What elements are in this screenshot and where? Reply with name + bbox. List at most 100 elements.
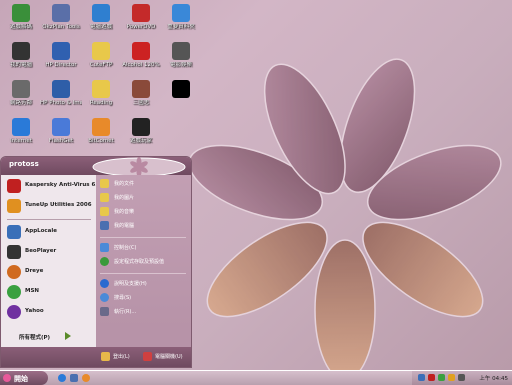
desktop-icon-label: 重要資料夾 bbox=[167, 24, 195, 30]
app-icon bbox=[132, 118, 150, 136]
place-run[interactable]: 執行(R)... bbox=[100, 305, 188, 319]
taskbar: 開始 上午 04:45 bbox=[0, 370, 512, 385]
divider bbox=[7, 219, 91, 220]
desktop-icon-label: 網路芳鄰 bbox=[9, 100, 32, 106]
place-program-access[interactable]: 設定程式存取及預設值 bbox=[100, 255, 188, 269]
place-my-computer[interactable]: 我的電腦 bbox=[100, 219, 188, 233]
applocale-icon bbox=[7, 225, 21, 239]
place-my-music[interactable]: 我的音樂 bbox=[100, 205, 188, 219]
clock[interactable]: 上午 04:45 bbox=[479, 374, 508, 382]
divider bbox=[100, 273, 186, 274]
desktop-icon[interactable]: Alcohol 120% bbox=[120, 42, 162, 69]
ie-icon[interactable] bbox=[58, 374, 66, 382]
program-applocale[interactable]: AppLocale bbox=[5, 223, 95, 243]
help-icon bbox=[100, 279, 109, 288]
app-icon bbox=[92, 80, 110, 98]
program-beoplayer[interactable]: BeoPlayer bbox=[5, 243, 95, 263]
app-icon bbox=[132, 4, 150, 22]
desktop-icon[interactable]: Reading bbox=[80, 80, 122, 107]
antivirus-icon[interactable] bbox=[428, 374, 435, 381]
logoff-button[interactable]: 登出(L) bbox=[101, 351, 141, 363]
shutdown-button[interactable]: 電腦關機(U) bbox=[143, 351, 191, 363]
yahoo-icon bbox=[7, 305, 21, 319]
desktop-icon[interactable]: FlashGet bbox=[40, 118, 82, 145]
desktop-icon-label: 電腦遊戲 bbox=[89, 24, 112, 30]
app-icon bbox=[172, 4, 190, 22]
divider bbox=[100, 237, 186, 238]
program-dreye[interactable]: Dreye bbox=[5, 263, 95, 283]
start-menu-programs: Kaspersky Anti-Virus 6.0 TuneUp Utilitie… bbox=[1, 175, 101, 327]
desktop-icon[interactable]: 遊戲解碼 bbox=[0, 4, 42, 31]
desktop-icon[interactable]: 電腦遊戲 bbox=[80, 4, 122, 31]
control-panel-icon bbox=[100, 243, 109, 252]
start-button[interactable]: 開始 bbox=[0, 371, 48, 385]
app-icon bbox=[52, 42, 70, 60]
desktop-icon[interactable]: 遊戲玩家 bbox=[120, 118, 162, 145]
system-tray: 上午 04:45 bbox=[412, 371, 512, 385]
app-icon bbox=[92, 118, 110, 136]
volume-icon[interactable] bbox=[448, 374, 455, 381]
app-icon bbox=[132, 42, 150, 60]
desktop-icon[interactable] bbox=[160, 80, 202, 100]
desktop-icon[interactable]: 網路芳鄰 bbox=[0, 80, 42, 107]
desktop-icon-label: PowerDVD bbox=[126, 24, 156, 30]
run-icon bbox=[100, 307, 109, 316]
place-my-pictures[interactable]: 我的圖片 bbox=[100, 191, 188, 205]
app-icon bbox=[12, 80, 30, 98]
desktop-icon[interactable]: 電影娛樂 bbox=[160, 42, 202, 69]
desktop-icon-label: Reading bbox=[89, 100, 113, 106]
tuneup-icon bbox=[7, 199, 21, 213]
desktop-icon-label: 三國志 bbox=[132, 100, 150, 106]
desktop-icon[interactable]: HP Photo & Imaging bbox=[40, 80, 82, 107]
program-tuneup[interactable]: TuneUp Utilities 2006 bbox=[5, 197, 95, 217]
app-icon bbox=[92, 4, 110, 22]
desktop-icon[interactable]: 三國志 bbox=[120, 80, 162, 107]
program-kaspersky[interactable]: Kaspersky Anti-Virus 6.0 bbox=[5, 177, 101, 197]
program-access-icon bbox=[100, 257, 109, 266]
place-search[interactable]: 搜尋(S) bbox=[100, 291, 188, 305]
desktop-icon[interactable]: OkzPlan Tools bbox=[40, 4, 82, 31]
beoplayer-icon bbox=[7, 245, 21, 259]
power-icon bbox=[143, 352, 152, 361]
program-yahoo[interactable]: Yahoo bbox=[5, 303, 95, 323]
all-programs-button[interactable]: 所有程式(P) bbox=[1, 327, 96, 347]
desktop-icon[interactable]: CuteFTP bbox=[80, 42, 122, 69]
windows-logo-icon bbox=[3, 374, 11, 382]
desktop-icon-label: 電影娛樂 bbox=[169, 62, 192, 68]
app-icon bbox=[12, 4, 30, 22]
desktop-icon[interactable]: BitComet bbox=[80, 118, 122, 145]
tray-app-icon[interactable] bbox=[458, 374, 465, 381]
desktop-icon-label: HP Director bbox=[45, 62, 77, 68]
start-menu: protoss Kaspersky Anti-Virus 6.0 TuneUp … bbox=[0, 156, 192, 368]
media-player-icon[interactable] bbox=[82, 374, 90, 382]
app-icon bbox=[52, 80, 70, 98]
start-menu-header: protoss bbox=[1, 157, 191, 177]
desktop-icon-label: CuteFTP bbox=[89, 62, 113, 68]
app-icon bbox=[172, 42, 190, 60]
desktop-icon[interactable]: HP Director bbox=[40, 42, 82, 69]
place-control-panel[interactable]: 控制台(C) bbox=[100, 241, 188, 255]
start-menu-places: 我的文件 我的圖片 我的音樂 我的電腦 控制台(C) 設定程式存取及預設值 說明… bbox=[96, 175, 191, 327]
msn-tray-icon[interactable] bbox=[438, 374, 445, 381]
desktop-icon[interactable]: 我的電腦 bbox=[0, 42, 42, 69]
arrow-right-icon bbox=[65, 332, 71, 340]
place-help[interactable]: 說明及支援(H) bbox=[100, 277, 188, 291]
program-msn[interactable]: MSN bbox=[5, 283, 95, 303]
network-icon[interactable] bbox=[418, 374, 425, 381]
desktop-icon[interactable]: Internet bbox=[0, 118, 42, 145]
user-badge-icon bbox=[92, 157, 186, 177]
desktop-icon-label: HP Photo & Imaging bbox=[40, 100, 82, 106]
desktop-icon-label: 我的電腦 bbox=[9, 62, 32, 68]
place-my-documents[interactable]: 我的文件 bbox=[100, 177, 188, 191]
logoff-icon bbox=[101, 352, 110, 361]
app-icon bbox=[52, 118, 70, 136]
app-icon bbox=[12, 42, 30, 60]
folder-icon bbox=[100, 207, 109, 216]
desktop-icon[interactable]: PowerDVD bbox=[120, 4, 162, 31]
folder-icon bbox=[100, 193, 109, 202]
app-icon bbox=[52, 4, 70, 22]
dreye-icon bbox=[7, 265, 21, 279]
show-desktop-icon[interactable] bbox=[70, 374, 78, 382]
desktop-icon-label: 遊戲解碼 bbox=[9, 24, 32, 30]
desktop-icon[interactable]: 重要資料夾 bbox=[160, 4, 202, 31]
